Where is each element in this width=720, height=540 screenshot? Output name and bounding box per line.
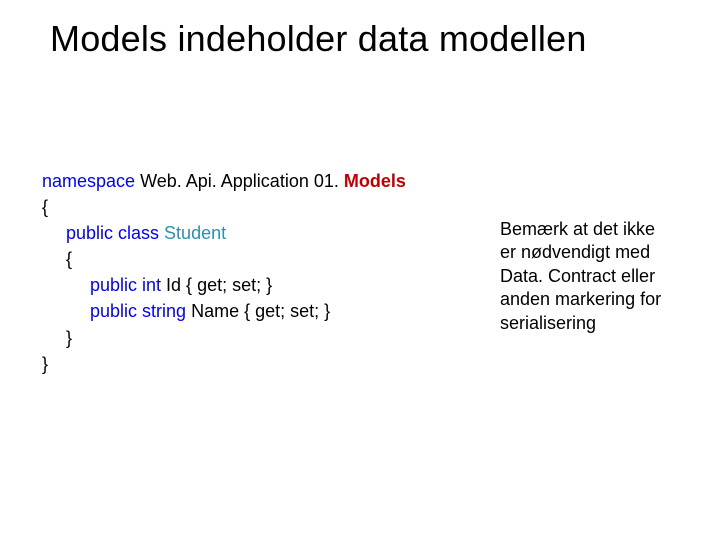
keyword-class: class [113,223,164,243]
code-line-6: public string Name { get; set; } [42,298,406,324]
annotation-line: Data. Contract eller [500,265,680,288]
prop-id: Id { get; set; } [161,275,272,295]
namespace-highlight: Models [344,171,406,191]
annotation-line: Bemærk at det ikke [500,218,680,241]
annotation-line: anden markering for [500,288,680,311]
keyword-public: public [66,223,113,243]
code-block: namespace Web. Api. Application 01. Mode… [42,168,406,377]
code-line-4: { [42,246,406,272]
code-line-1: namespace Web. Api. Application 01. Mode… [42,168,406,194]
keyword-string: string [137,301,186,321]
annotation: Bemærk at det ikke er nødvendigt med Dat… [500,218,680,335]
keyword-public: public [90,275,137,295]
keyword-public: public [90,301,137,321]
keyword-int: int [137,275,161,295]
code-line-8: } [42,351,406,377]
code-line-5: public int Id { get; set; } [42,272,406,298]
namespace-path: Web. Api. Application 01. [135,171,344,191]
annotation-line: er nødvendigt med [500,241,680,264]
prop-name: Name { get; set; } [186,301,330,321]
type-student: Student [164,223,226,243]
keyword-namespace: namespace [42,171,135,191]
code-line-7: } [42,325,406,351]
annotation-line: serialisering [500,312,680,335]
code-line-2: { [42,194,406,220]
slide: Models indeholder data modellen namespac… [0,0,720,540]
slide-title: Models indeholder data modellen [50,18,587,60]
code-line-3: public class Student [42,220,406,246]
